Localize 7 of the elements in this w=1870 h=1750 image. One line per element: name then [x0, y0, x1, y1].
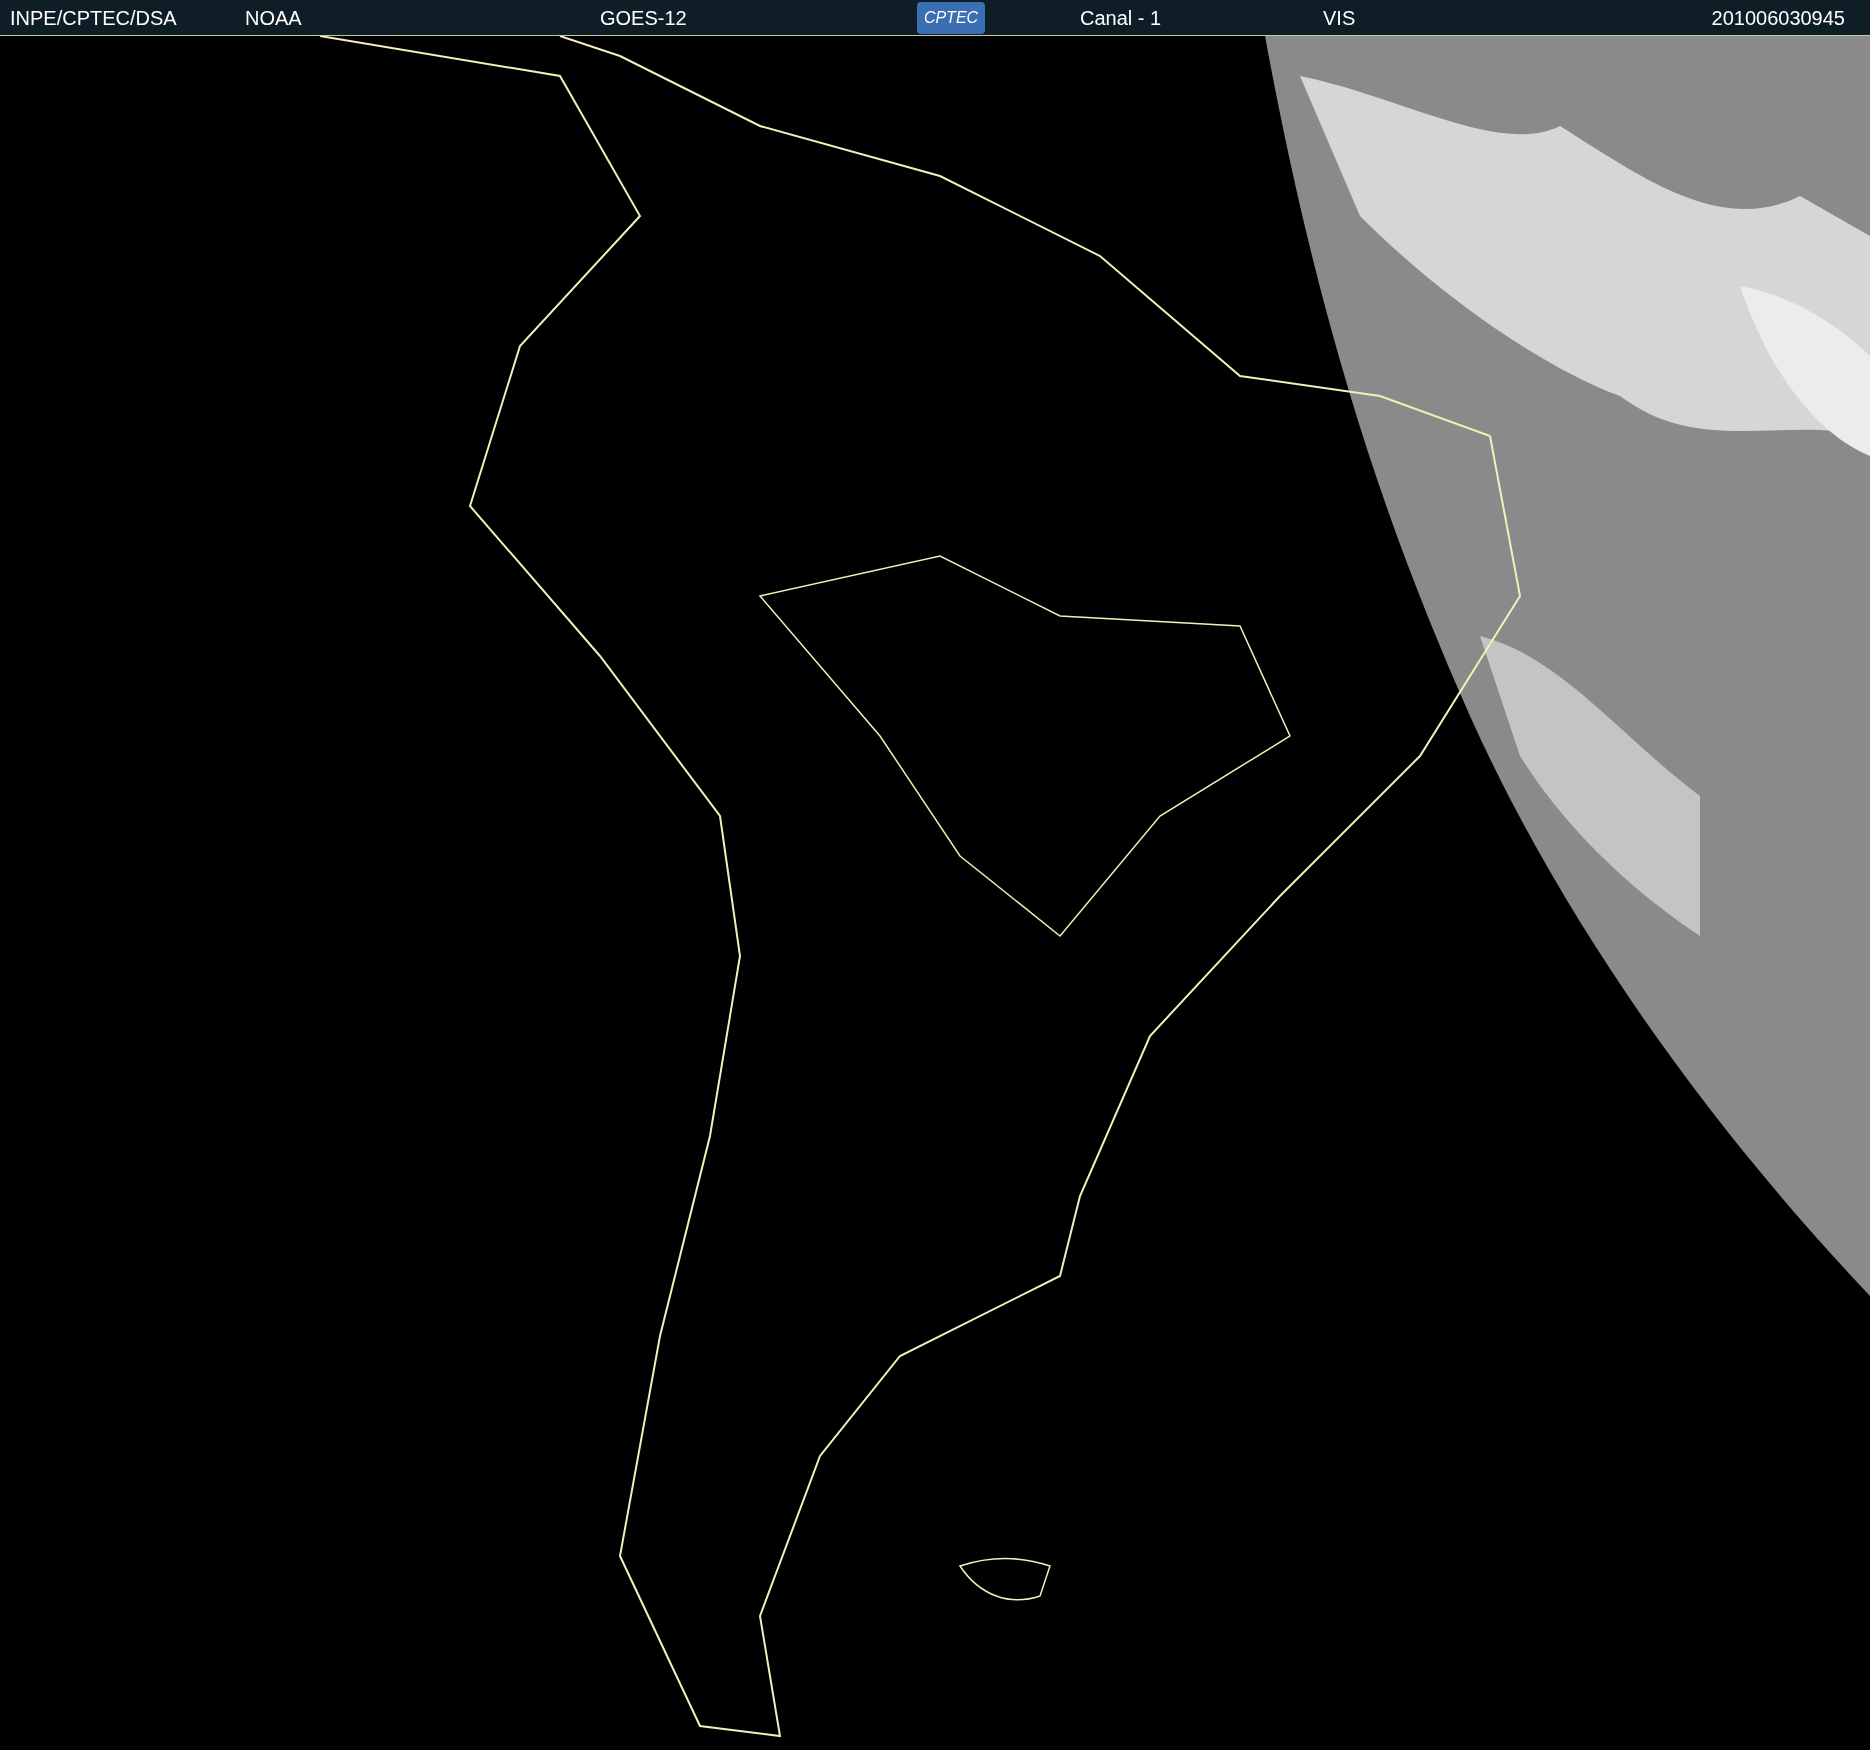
logo: CPTEC	[917, 1, 985, 34]
agency-label: NOAA	[245, 5, 303, 31]
channel-label: Canal - 1	[1080, 5, 1163, 31]
band-label: VIS	[1323, 5, 1357, 31]
timestamp-label: 201006030945	[1711, 5, 1845, 31]
satellite-label: GOES-12	[600, 5, 688, 31]
source-label: INPE/CPTEC/DSA	[10, 5, 178, 31]
